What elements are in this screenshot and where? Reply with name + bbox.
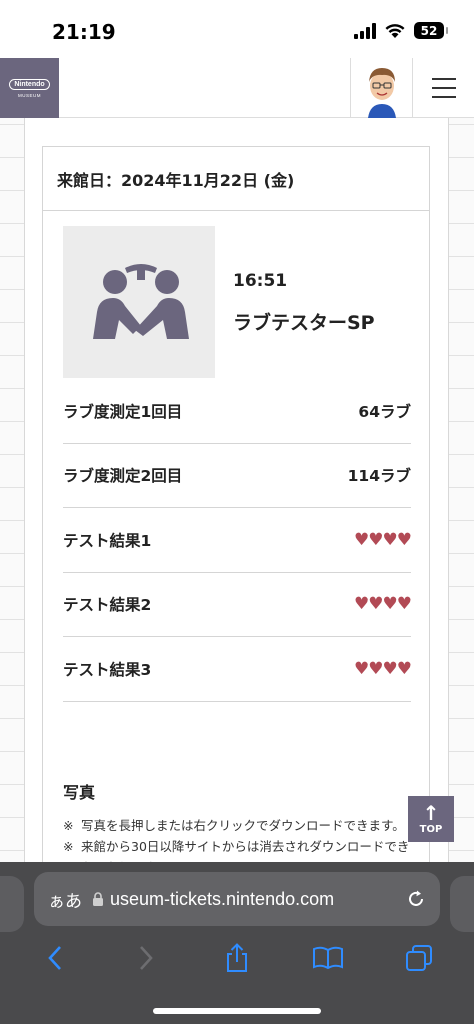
next-tab-peek[interactable] — [450, 876, 474, 932]
result-value: 64ラブ — [358, 402, 411, 421]
result-label: テスト結果1 — [63, 531, 152, 550]
reload-icon[interactable] — [406, 889, 426, 909]
result-label: テスト結果3 — [63, 660, 152, 679]
visit-record-card: 来館日：2024年11月22日 (金) 16:51 ラブテスターSP ラブ度測定… — [42, 146, 430, 862]
top-label: TOP — [419, 823, 443, 835]
booth-image — [63, 226, 215, 378]
result-label: ラブ度測定1回目 — [63, 402, 183, 421]
chevron-left-icon — [48, 946, 62, 970]
previous-tab-peek[interactable] — [0, 876, 24, 932]
nintendo-museum-logo[interactable]: Nintendo MUSEUM — [0, 58, 59, 118]
logo-subtitle: MUSEUM — [18, 92, 41, 98]
result-label: ラブ度測定2回目 — [63, 467, 183, 486]
address-bar[interactable]: ぁあ useum-tickets.nintendo.com — [34, 872, 440, 926]
logo-wordmark: Nintendo — [9, 78, 50, 90]
note-text: 来館から30日以降サイトからは消去されダウンロードできなくなります。 — [81, 839, 410, 862]
bookmarks-button[interactable] — [308, 938, 348, 978]
avatar[interactable] — [350, 58, 412, 118]
heart-rating-icon: ♥♥♥♥ — [354, 529, 412, 550]
chevron-right-icon — [140, 946, 153, 970]
battery-indicator: 52 — [414, 22, 448, 39]
mii-avatar-icon — [367, 68, 396, 118]
status-bar: 21:19 52 — [0, 0, 474, 58]
result-list: ラブ度測定1回目 64ラブ ラブ度測定2回目 114ラブ テスト結果1 ♥♥♥♥… — [63, 379, 412, 702]
visit-date: 来館日：2024年11月22日 (金) — [43, 147, 429, 211]
page-settings-button[interactable]: ぁあ — [48, 887, 82, 912]
cellular-signal-icon — [354, 22, 376, 39]
navigation-toolbar — [0, 938, 474, 978]
heart-rating-icon: ♥♥♥♥ — [354, 594, 412, 615]
status-time: 21:19 — [52, 20, 116, 44]
page-content: Nintendo MUSEUM 来館日：2024年11月22日 (金) 16:5… — [0, 58, 474, 862]
photo-notes: ※ 写真を長押しまたは右クリックでダウンロードできます。 ※ 来館から30日以降… — [63, 815, 413, 862]
result-row: テスト結果2 ♥♥♥♥ — [63, 573, 412, 637]
url-text: useum-tickets.nintendo.com — [110, 888, 335, 909]
book-icon — [312, 946, 343, 970]
result-value: 114ラブ — [347, 467, 411, 486]
forward-button[interactable] — [126, 938, 166, 978]
scroll-to-top-button[interactable]: ↑ TOP — [408, 796, 454, 842]
booth-name: ラブテスターSP — [233, 312, 375, 334]
tabs-button[interactable] — [399, 938, 439, 978]
note-item: ※ 写真を長押しまたは右クリックでダウンロードできます。 — [63, 815, 413, 836]
note-text: 写真を長押しまたは右クリックでダウンロードできます。 — [81, 818, 405, 833]
heart-rating-icon: ♥♥♥♥ — [354, 658, 412, 679]
result-row: テスト結果3 ♥♥♥♥ — [63, 637, 412, 702]
result-row: テスト結果1 ♥♥♥♥ — [63, 508, 412, 573]
site-header: Nintendo MUSEUM — [0, 58, 474, 118]
result-row: ラブ度測定2回目 114ラブ — [63, 444, 411, 508]
photo-section-title: 写真 — [63, 783, 96, 802]
note-item: ※ 来館から30日以降サイトからは消去されダウンロードできなくなります。 — [63, 836, 413, 862]
wifi-icon — [385, 24, 405, 38]
browser-toolbar: ぁあ useum-tickets.nintendo.com — [0, 862, 474, 1024]
arrow-up-icon: ↑ — [422, 800, 440, 825]
share-button[interactable] — [217, 938, 257, 978]
result-row: ラブ度測定1回目 64ラブ — [63, 379, 411, 444]
result-label: テスト結果2 — [63, 596, 152, 615]
tabs-icon — [405, 945, 432, 971]
status-icons: 52 — [354, 22, 448, 39]
share-icon — [226, 943, 247, 972]
lock-icon — [93, 891, 103, 906]
home-indicator — [153, 1008, 321, 1014]
handshake-pictogram-icon — [93, 264, 189, 339]
back-button[interactable] — [35, 938, 75, 978]
booth-time: 16:51 — [233, 271, 288, 291]
hamburger-menu-button[interactable] — [412, 58, 474, 118]
